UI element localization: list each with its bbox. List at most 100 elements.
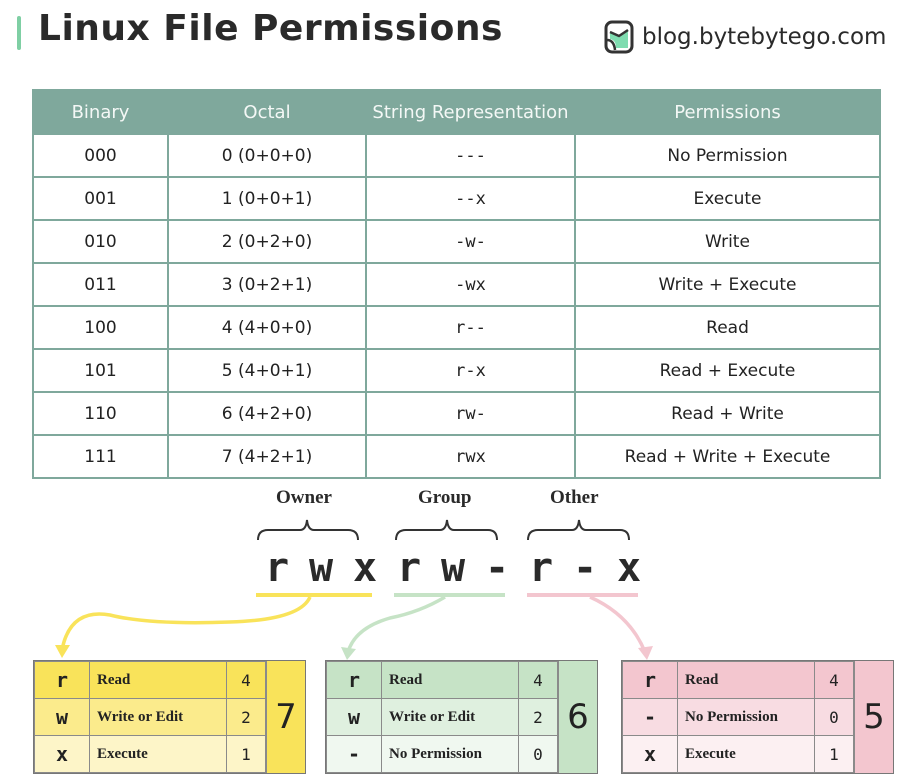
string-cell: --- <box>365 133 576 178</box>
symbol: w <box>34 698 90 736</box>
symbol: w <box>326 698 382 736</box>
symbol: r <box>34 661 90 699</box>
permission-value: 2 <box>518 698 558 736</box>
other-label: Other <box>550 487 599 508</box>
permissions-cell: Read + Execute <box>574 348 881 393</box>
table-row: w Write or Edit 2 <box>34 698 266 736</box>
table-row: 111 7 (4+2+1) rwx Read + Write + Execute <box>32 434 881 479</box>
permissions-cell: Write + Execute <box>574 262 881 307</box>
column-header-binary: Binary <box>32 89 169 135</box>
owner-brace <box>257 519 359 541</box>
string-cell: -w- <box>365 219 576 264</box>
string-cell: r-x <box>365 348 576 393</box>
owner-char-1: r <box>264 545 290 591</box>
group-char-2: w <box>440 545 466 591</box>
column-header-octal: Octal <box>167 89 367 135</box>
other-arrow <box>589 595 647 653</box>
brand: blog.bytebytego.com <box>604 20 886 54</box>
string-cell: rwx <box>365 434 576 479</box>
permission-value: 0 <box>814 698 854 736</box>
permission-label: Write or Edit <box>89 698 227 736</box>
symbol: r <box>326 661 382 699</box>
octal-cell: 7 (4+2+1) <box>167 434 367 479</box>
table-row: 000 0 (0+0+0) --- No Permission <box>32 133 881 178</box>
octal-cell: 5 (4+0+1) <box>167 348 367 393</box>
binary-cell: 010 <box>32 219 169 264</box>
permissions-cell: Read + Write <box>574 391 881 436</box>
permission-label: Execute <box>89 735 227 773</box>
permission-label: No Permission <box>677 698 815 736</box>
group-total: 6 <box>558 661 597 773</box>
permission-value: 4 <box>814 661 854 699</box>
bytebytego-logo-icon <box>604 20 634 54</box>
permission-label: No Permission <box>381 735 519 773</box>
brand-url: blog.bytebytego.com <box>642 24 887 50</box>
binary-cell: 000 <box>32 133 169 178</box>
table-row: 100 4 (4+0+0) r-- Read <box>32 305 881 350</box>
octal-cell: 3 (0+2+1) <box>167 262 367 307</box>
owner-arrowhead <box>55 645 70 658</box>
group-char-3: - <box>484 545 510 591</box>
permission-value: 0 <box>518 735 558 773</box>
symbol: x <box>622 735 678 773</box>
table-header-row: Binary Octal String Representation Permi… <box>32 89 881 135</box>
binary-cell: 101 <box>32 348 169 393</box>
column-header-string: String Representation <box>365 89 576 135</box>
binary-cell: 011 <box>32 262 169 307</box>
permissions-cell: Read <box>574 305 881 350</box>
table-row: x Execute 1 <box>34 735 266 773</box>
owner-char-3: x <box>352 545 378 591</box>
page-title: Linux File Permissions <box>38 8 503 49</box>
table-row: w Write or Edit 2 <box>326 698 558 736</box>
table-row: 110 6 (4+2+0) rw- Read + Write <box>32 391 881 436</box>
table-row: x Execute 1 <box>622 735 854 773</box>
column-header-permissions: Permissions <box>574 89 881 135</box>
table-row: 001 1 (0+0+1) --x Execute <box>32 176 881 221</box>
group-permission-table: r Read 4 w Write or Edit 2 - No Permission 0 6 <box>325 660 598 774</box>
octal-cell: 4 (4+0+0) <box>167 305 367 350</box>
group-label: Group <box>418 487 472 508</box>
other-char-2: - <box>572 545 598 591</box>
group-char-1: r <box>396 545 422 591</box>
string-cell: rw- <box>365 391 576 436</box>
symbol: r <box>622 661 678 699</box>
binary-cell: 110 <box>32 391 169 436</box>
permission-value: 1 <box>814 735 854 773</box>
permissions-table: Binary Octal String Representation Permi… <box>32 89 881 479</box>
owner-arrow <box>60 596 312 651</box>
other-total: 5 <box>854 661 893 773</box>
binary-cell: 001 <box>32 176 169 221</box>
group-arrow <box>346 595 446 653</box>
permission-value: 4 <box>518 661 558 699</box>
permission-label: Read <box>381 661 519 699</box>
string-cell: -wx <box>365 262 576 307</box>
binary-cell: 100 <box>32 305 169 350</box>
table-row: r Read 4 <box>622 661 854 699</box>
permissions-cell: Execute <box>574 176 881 221</box>
permission-label: Write or Edit <box>381 698 519 736</box>
other-char-1: r <box>528 545 554 591</box>
title-accent-bar <box>17 16 21 50</box>
octal-cell: 6 (4+2+0) <box>167 391 367 436</box>
other-brace <box>527 519 630 541</box>
owner-total: 7 <box>266 661 305 773</box>
table-row: r Read 4 <box>326 661 558 699</box>
permission-string: r w x r w - r - x <box>255 545 651 591</box>
table-row: r Read 4 <box>34 661 266 699</box>
table-row: 101 5 (4+0+1) r-x Read + Execute <box>32 348 881 393</box>
table-row: - No Permission 0 <box>326 735 558 773</box>
permissions-cell: Read + Write + Execute <box>574 434 881 479</box>
table-row: 010 2 (0+2+0) -w- Write <box>32 219 881 264</box>
octal-cell: 1 (0+0+1) <box>167 176 367 221</box>
other-arrowhead <box>638 646 653 660</box>
string-cell: r-- <box>365 305 576 350</box>
owner-label: Owner <box>276 487 332 508</box>
table-row: - No Permission 0 <box>622 698 854 736</box>
permission-value: 2 <box>226 698 266 736</box>
other-permission-table: r Read 4 - No Permission 0 x Execute 1 5 <box>621 660 894 774</box>
other-char-3: x <box>616 545 642 591</box>
octal-cell: 0 (0+0+0) <box>167 133 367 178</box>
permissions-cell: Write <box>574 219 881 264</box>
symbol: x <box>34 735 90 773</box>
permission-label: Read <box>89 661 227 699</box>
